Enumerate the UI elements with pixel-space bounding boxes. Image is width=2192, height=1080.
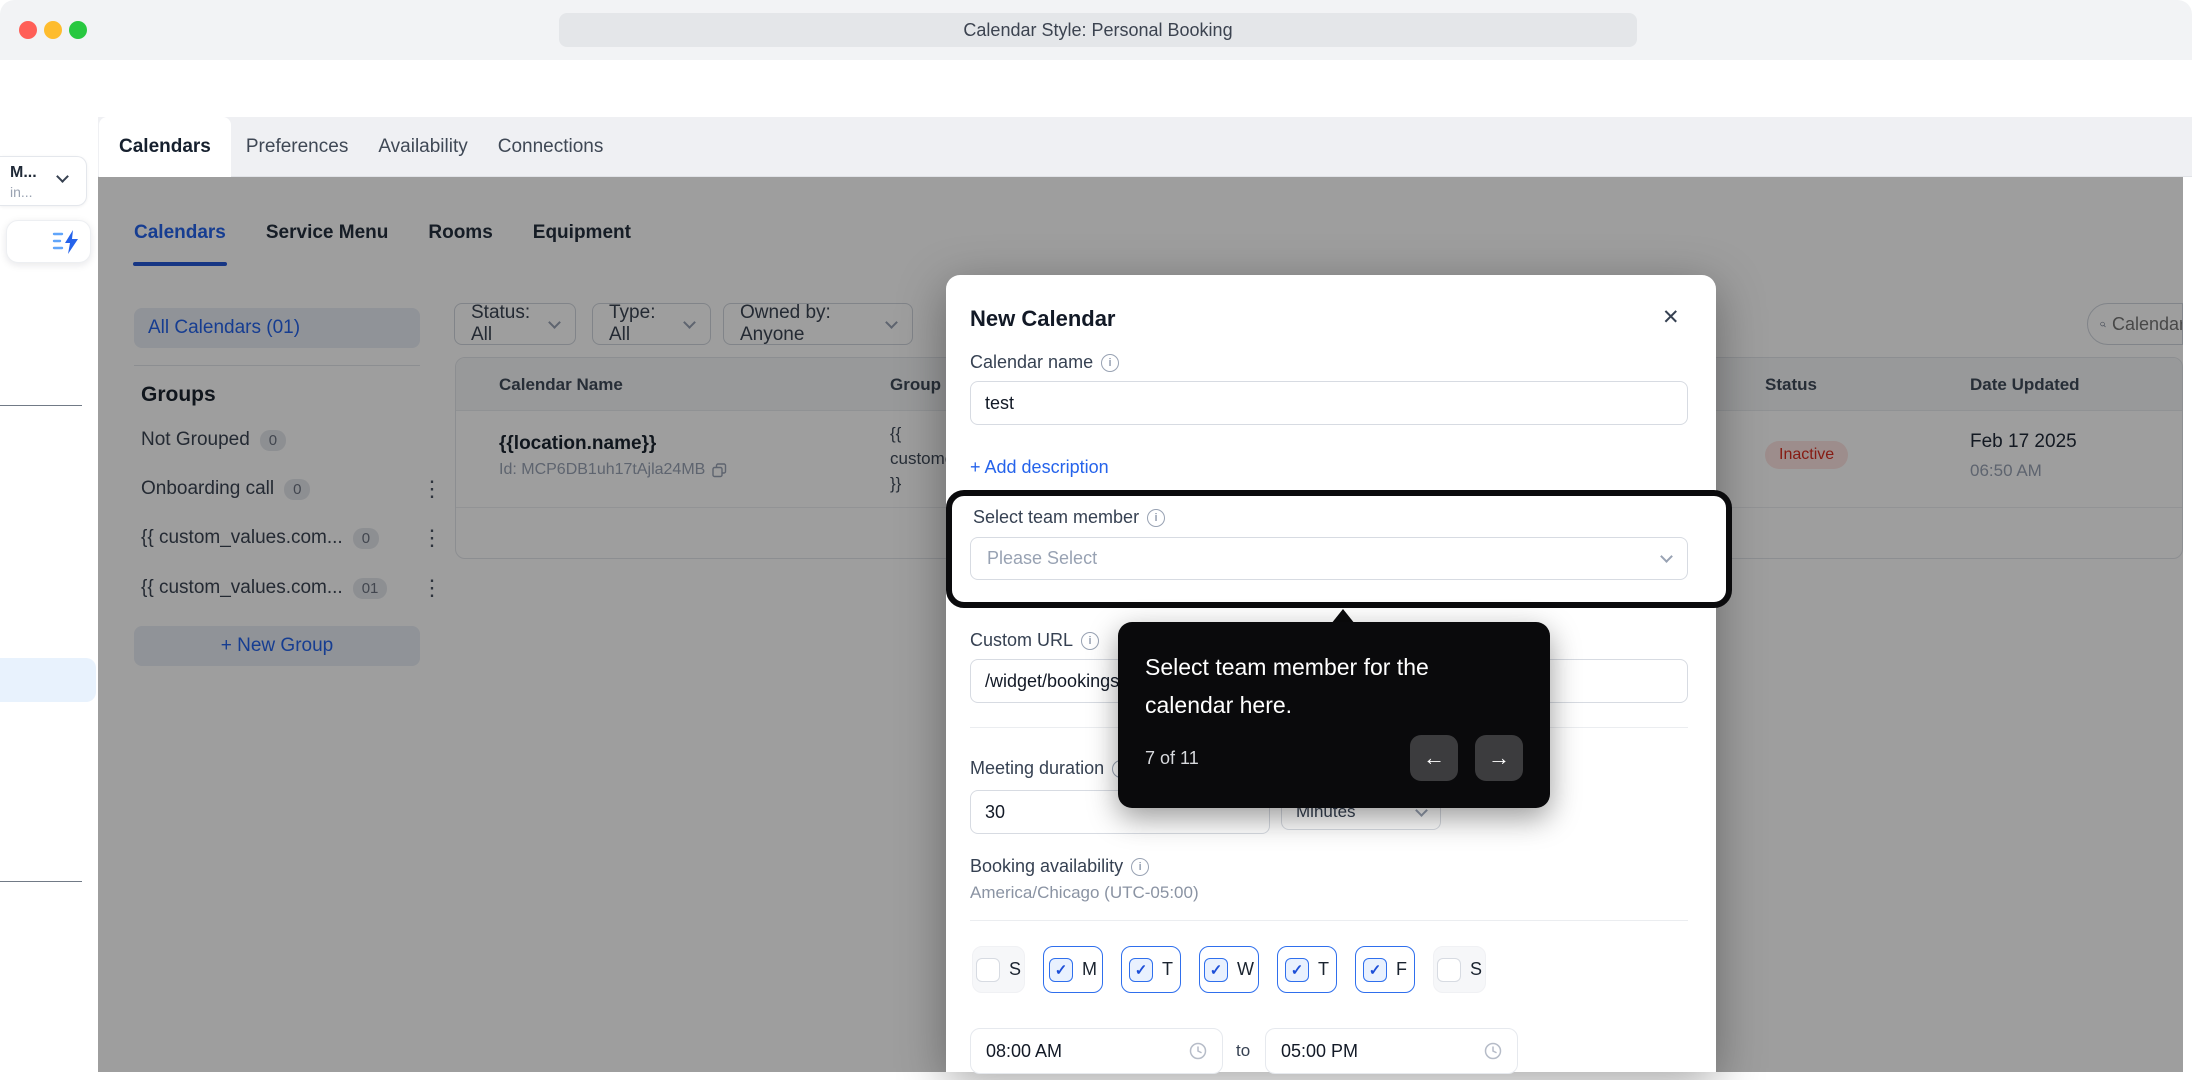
checkbox-icon: ✓ bbox=[1204, 958, 1228, 982]
checkbox-icon: ✓ bbox=[976, 958, 1000, 982]
arrow-left-icon: ← bbox=[1423, 745, 1445, 771]
titlebar: Calendar Style: Personal Booking bbox=[0, 0, 2192, 60]
main-tabbar: Calendars Preferences Availability Conne… bbox=[0, 117, 2192, 177]
divider bbox=[970, 920, 1688, 921]
meeting-duration-label: Meeting duration i bbox=[970, 758, 1130, 779]
tab-connections[interactable]: Connections bbox=[483, 117, 619, 177]
lightning-bolt-icon bbox=[52, 229, 82, 255]
day-checkbox-sunday[interactable]: ✓ S bbox=[972, 946, 1025, 993]
day-checkbox-monday[interactable]: ✓ M bbox=[1043, 946, 1103, 993]
chevron-down-icon bbox=[56, 170, 69, 183]
day-label: S bbox=[1009, 959, 1021, 980]
modal-title: New Calendar bbox=[970, 306, 1116, 332]
end-time-input[interactable]: 05:00 PM bbox=[1265, 1028, 1518, 1074]
booking-availability-label-text: Booking availability bbox=[970, 856, 1123, 877]
close-window-button[interactable] bbox=[19, 21, 37, 39]
sidebar-highlight-row[interactable] bbox=[0, 658, 96, 702]
minimize-window-button[interactable] bbox=[44, 21, 62, 39]
team-member-placeholder: Please Select bbox=[987, 548, 1097, 569]
team-member-label-text: Select team member bbox=[973, 507, 1139, 528]
checkbox-icon: ✓ bbox=[1049, 958, 1073, 982]
meeting-duration-label-text: Meeting duration bbox=[970, 758, 1104, 779]
day-label: W bbox=[1237, 959, 1254, 980]
start-time-value: 08:00 AM bbox=[986, 1041, 1062, 1062]
day-label: T bbox=[1162, 959, 1173, 980]
time-range-to-label: to bbox=[1236, 1041, 1250, 1061]
day-label: T bbox=[1318, 959, 1329, 980]
team-member-select[interactable]: Please Select bbox=[970, 537, 1688, 580]
select-team-member-section: Select team member i Please Select bbox=[946, 490, 1716, 608]
checkbox-icon: ✓ bbox=[1129, 958, 1153, 982]
checkbox-icon: ✓ bbox=[1437, 958, 1461, 982]
zoom-window-button[interactable] bbox=[69, 21, 87, 39]
divider bbox=[0, 405, 82, 406]
tooltip-step-counter: 7 of 11 bbox=[1145, 748, 1199, 769]
booking-availability-label: Booking availability i bbox=[970, 856, 1149, 877]
location-switcher[interactable]: M... in... bbox=[0, 156, 87, 206]
info-icon[interactable]: i bbox=[1147, 509, 1165, 527]
clock-icon bbox=[1189, 1042, 1207, 1060]
app-window: Calendar Style: Personal Booking Calenda… bbox=[0, 0, 2192, 1080]
day-checkbox-friday[interactable]: ✓ F bbox=[1355, 946, 1415, 993]
add-description-link[interactable]: + Add description bbox=[970, 457, 1109, 478]
day-checkbox-wednesday[interactable]: ✓ W bbox=[1199, 946, 1259, 993]
day-label: S bbox=[1470, 959, 1482, 980]
start-time-input[interactable]: 08:00 AM bbox=[970, 1028, 1223, 1074]
header-spacer bbox=[0, 60, 2192, 117]
divider bbox=[0, 881, 82, 882]
info-icon[interactable]: i bbox=[1131, 858, 1149, 876]
day-label: F bbox=[1396, 959, 1407, 980]
location-switcher-subtitle: in... bbox=[10, 184, 33, 200]
tab-availability[interactable]: Availability bbox=[363, 117, 482, 177]
info-icon[interactable]: i bbox=[1101, 354, 1119, 372]
team-member-label: Select team member i bbox=[973, 507, 1165, 528]
checkbox-icon: ✓ bbox=[1363, 958, 1387, 982]
tab-calendars[interactable]: Calendars bbox=[99, 117, 231, 177]
location-switcher-title: M... bbox=[10, 164, 37, 182]
tab-preferences[interactable]: Preferences bbox=[231, 117, 363, 177]
day-checkbox-thursday[interactable]: ✓ T bbox=[1277, 946, 1337, 993]
arrow-right-icon: → bbox=[1488, 745, 1510, 771]
checkbox-icon: ✓ bbox=[1285, 958, 1309, 982]
end-time-value: 05:00 PM bbox=[1281, 1041, 1358, 1062]
tour-previous-button[interactable]: ← bbox=[1410, 735, 1458, 781]
tour-next-button[interactable]: → bbox=[1475, 735, 1523, 781]
timezone-text: America/Chicago (UTC-05:00) bbox=[970, 883, 1199, 903]
window-title: Calendar Style: Personal Booking bbox=[559, 13, 1637, 47]
tooltip-text: Select team member for the calendar here… bbox=[1145, 648, 1495, 724]
chevron-down-icon bbox=[1660, 550, 1673, 563]
day-checkbox-saturday[interactable]: ✓ S bbox=[1433, 946, 1486, 993]
day-checkbox-tuesday[interactable]: ✓ T bbox=[1121, 946, 1181, 993]
close-icon[interactable]: ✕ bbox=[1662, 305, 1680, 330]
weekday-selector: ✓ S ✓ M ✓ T ✓ W ✓ T ✓ F bbox=[972, 946, 1486, 993]
calendar-name-label-text: Calendar name bbox=[970, 352, 1093, 373]
left-sidebar-strip: M... in... bbox=[0, 60, 98, 1072]
tour-tooltip: Select team member for the calendar here… bbox=[1118, 622, 1550, 808]
day-label: M bbox=[1082, 959, 1097, 980]
custom-url-label: Custom URL i bbox=[970, 630, 1099, 651]
calendar-name-label: Calendar name i bbox=[970, 352, 1119, 373]
quick-actions-card[interactable] bbox=[6, 220, 91, 263]
calendar-name-input[interactable] bbox=[970, 381, 1688, 425]
info-icon[interactable]: i bbox=[1081, 632, 1099, 650]
custom-url-label-text: Custom URL bbox=[970, 630, 1073, 651]
clock-icon bbox=[1484, 1042, 1502, 1060]
